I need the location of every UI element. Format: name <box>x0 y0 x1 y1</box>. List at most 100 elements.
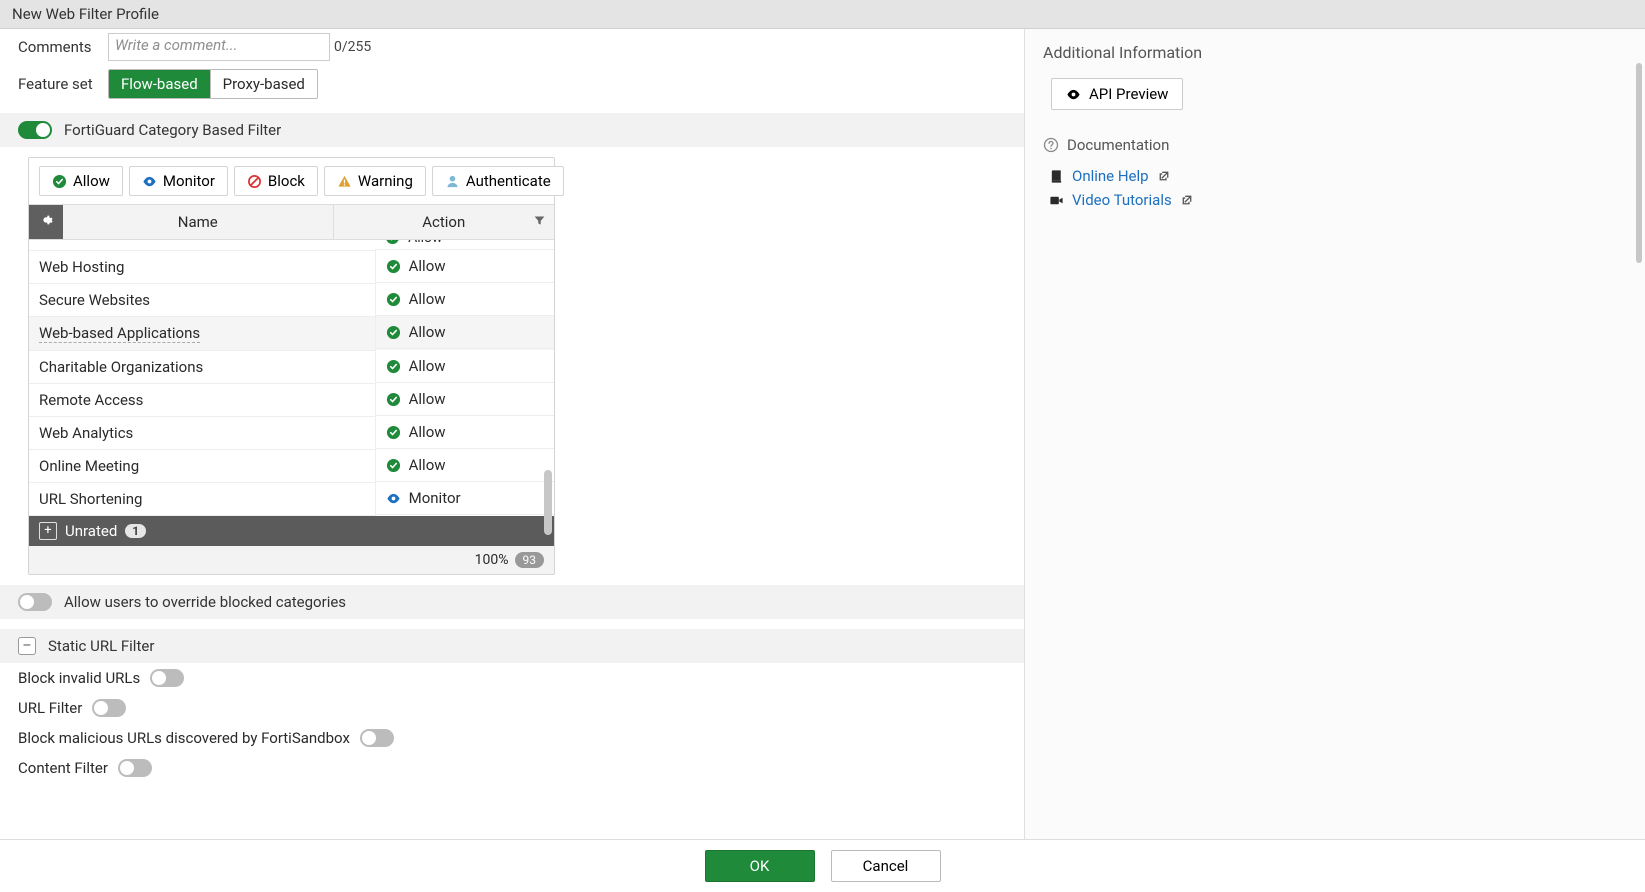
allow-action-button[interactable]: Allow <box>39 166 123 196</box>
info-panel-scrollbar[interactable] <box>1636 63 1642 263</box>
documentation-label: Documentation <box>1067 136 1169 154</box>
static-url-section-header: – Static URL Filter <box>0 629 1024 663</box>
footer-total: 93 <box>515 552 545 568</box>
category-action-cell: Allow <box>376 250 554 283</box>
action-header-label: Action <box>422 213 465 231</box>
fortiguard-toggle[interactable] <box>18 121 52 139</box>
block-action-button[interactable]: Block <box>234 166 318 196</box>
action-cell-label: Allow <box>409 357 446 375</box>
action-cell-label: Allow <box>409 257 446 275</box>
table-row[interactable]: Charitable OrganizationsAllow <box>29 350 554 383</box>
check-circle-icon <box>386 292 401 307</box>
action-cell-label: Allow <box>409 423 446 441</box>
online-help-link[interactable]: Online Help <box>1072 167 1149 185</box>
table-row[interactable]: Web Analytics Allow <box>29 416 554 449</box>
footer-percent: 100% <box>475 552 509 568</box>
category-name-cell: Online Meeting <box>29 449 375 482</box>
category-action-cell: Allow <box>376 316 554 349</box>
unrated-label: Unrated <box>65 522 117 540</box>
static-option-label: Block invalid URLs <box>18 669 140 687</box>
static-option-toggle[interactable] <box>118 759 152 777</box>
category-name-cell: Secure Websites <box>29 283 375 316</box>
static-option-toggle[interactable] <box>150 669 184 687</box>
static-option-toggle[interactable] <box>360 729 394 747</box>
action-cell-label: Allow <box>409 390 446 408</box>
table-row[interactable]: Web-based ApplicationsAllow <box>29 316 554 350</box>
block-label: Block <box>268 172 305 190</box>
category-name-cell: Remote Access <box>29 383 375 416</box>
user-icon <box>445 174 460 189</box>
warning-action-button[interactable]: Warning <box>324 166 426 196</box>
documentation-heading: Documentation <box>1043 136 1627 154</box>
table-row[interactable]: URL Shortening Monitor <box>29 482 554 515</box>
cancel-button[interactable]: Cancel <box>831 850 941 882</box>
action-toolbar: Allow Monitor Block Warning Authenticate <box>29 158 554 204</box>
dialog-footer: OK Cancel <box>0 839 1645 892</box>
category-name-cell: Web Analytics <box>29 416 375 449</box>
category-table-body: Allow Web HostingAllowSecure WebsitesAll… <box>29 240 554 546</box>
static-option-toggle[interactable] <box>92 699 126 717</box>
static-option-label: URL Filter <box>18 699 82 717</box>
collapse-icon[interactable]: – <box>18 637 36 655</box>
info-panel: Additional Information API Preview Docum… <box>1025 29 1645 839</box>
video-icon <box>1049 193 1064 208</box>
video-tutorials-link[interactable]: Video Tutorials <box>1072 191 1172 209</box>
feature-set-proxy-based[interactable]: Proxy-based <box>210 70 317 98</box>
table-name-header[interactable]: Name <box>63 205 333 240</box>
action-cell-label: Allow <box>409 456 446 474</box>
check-circle-icon <box>386 425 401 440</box>
table-row[interactable]: Secure WebsitesAllow <box>29 283 554 316</box>
unrated-group-row[interactable]: + Unrated 1 <box>29 516 554 546</box>
check-circle-icon <box>386 392 401 407</box>
category-name-cell: Web-based Applications <box>29 316 375 350</box>
unrated-count: 1 <box>125 524 146 538</box>
check-circle-icon <box>386 325 401 340</box>
external-link-icon <box>1180 193 1194 207</box>
authenticate-label: Authenticate <box>466 172 551 190</box>
comments-row: Comments 0/255 <box>0 29 1024 65</box>
authenticate-action-button[interactable]: Authenticate <box>432 166 564 196</box>
category-action-cell: Allow <box>376 449 554 482</box>
category-name-cell: Web Hosting <box>29 250 375 283</box>
static-option-label: Content Filter <box>18 759 108 777</box>
override-toggle[interactable] <box>18 593 52 611</box>
monitor-label: Monitor <box>163 172 215 190</box>
table-row[interactable]: Allow <box>29 240 554 250</box>
allow-label: Allow <box>73 172 110 190</box>
static-option-row: Block invalid URLs <box>0 663 1024 693</box>
gear-icon <box>39 213 53 227</box>
feature-set-row: Feature set Flow-based Proxy-based <box>0 65 1024 103</box>
fortiguard-section-header: FortiGuard Category Based Filter <box>0 113 1024 147</box>
help-icon <box>1043 137 1059 153</box>
fortiguard-title: FortiGuard Category Based Filter <box>64 121 281 139</box>
api-preview-button[interactable]: API Preview <box>1051 78 1183 110</box>
monitor-action-button[interactable]: Monitor <box>129 166 228 196</box>
override-section-header: Allow users to override blocked categori… <box>0 585 1024 619</box>
check-circle-icon <box>386 259 401 274</box>
category-action-cell: Allow <box>376 383 554 416</box>
online-help-link-row: Online Help <box>1049 164 1627 188</box>
video-tutorials-link-row: Video Tutorials <box>1049 188 1627 212</box>
static-option-label: Block malicious URLs discovered by Forti… <box>18 729 350 747</box>
warning-icon <box>337 174 352 189</box>
feature-set-flow-based[interactable]: Flow-based <box>109 70 210 98</box>
filter-icon[interactable] <box>533 213 546 231</box>
category-action-cell: Allow <box>376 283 554 316</box>
table-row[interactable]: Web Hosting Allow <box>29 250 554 283</box>
table-scrollbar[interactable] <box>544 470 552 535</box>
table-gear-header[interactable] <box>29 205 63 240</box>
category-name-cell: URL Shortening <box>29 482 375 515</box>
external-link-icon <box>1157 169 1171 183</box>
override-title: Allow users to override blocked categori… <box>64 593 346 611</box>
info-heading: Additional Information <box>1043 43 1627 62</box>
static-url-title: Static URL Filter <box>48 637 154 655</box>
feature-set-label: Feature set <box>18 75 108 93</box>
ok-button[interactable]: OK <box>705 850 815 882</box>
book-icon <box>1049 169 1064 184</box>
table-action-header[interactable]: Action <box>333 205 554 240</box>
check-circle-icon <box>52 174 67 189</box>
action-cell-label: Monitor <box>409 489 461 507</box>
table-row[interactable]: Online Meeting Allow <box>29 449 554 482</box>
table-row[interactable]: Remote Access Allow <box>29 383 554 416</box>
comments-input[interactable] <box>108 33 330 61</box>
